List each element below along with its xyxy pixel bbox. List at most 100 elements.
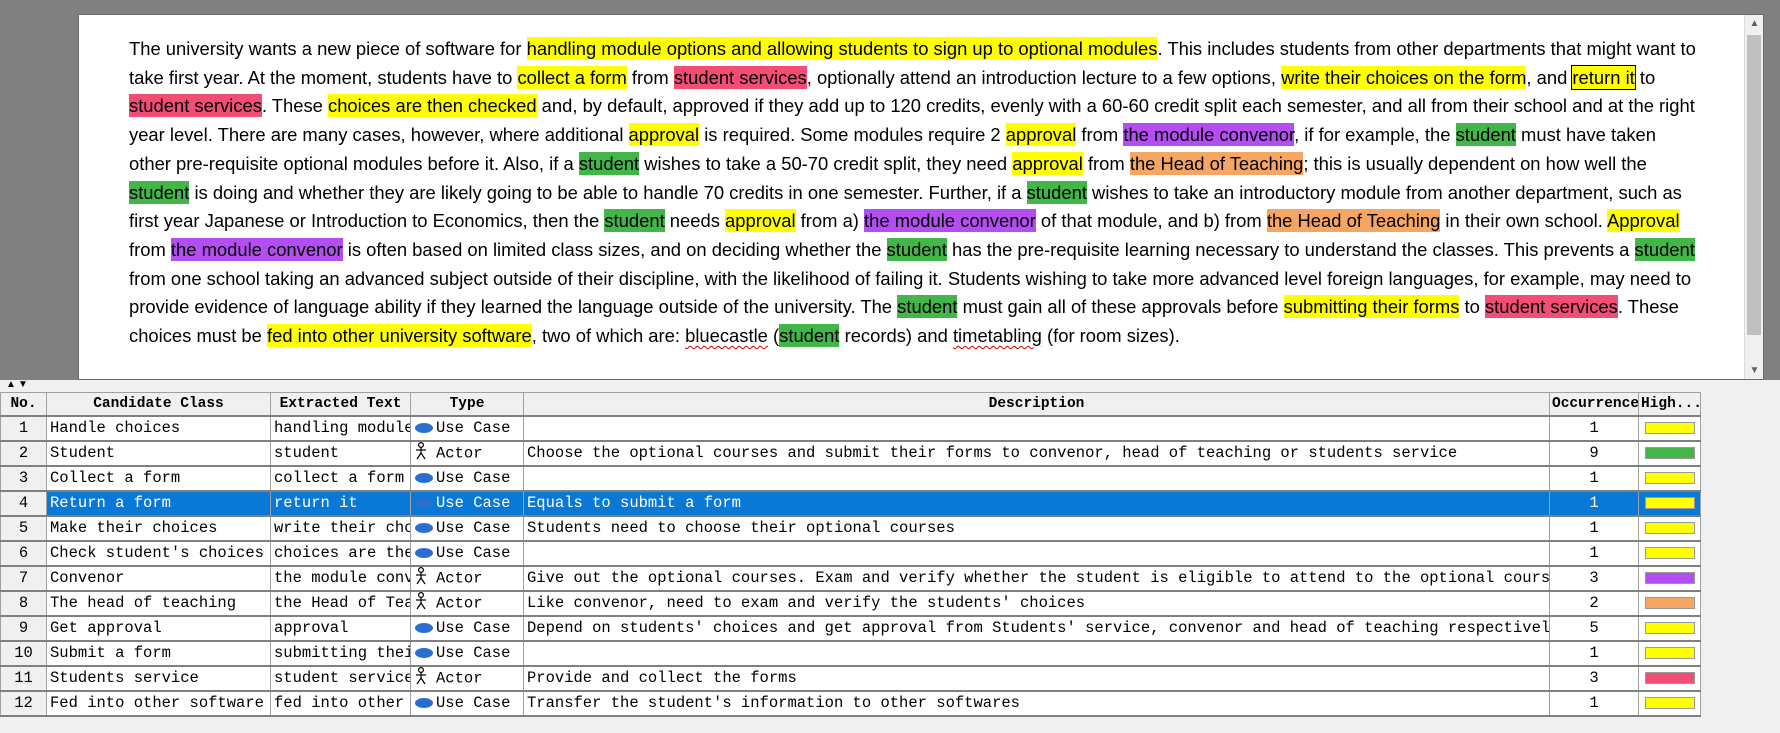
- description-cell[interactable]: Transfer the student's information to ot…: [523, 690, 1550, 717]
- requirements-text[interactable]: The university wants a new piece of soft…: [129, 35, 1701, 351]
- row-number-cell[interactable]: 6: [0, 540, 47, 567]
- type-cell[interactable]: Use Case: [410, 415, 524, 442]
- occurrence-cell[interactable]: 1: [1549, 540, 1639, 567]
- candidate-class-cell[interactable]: Student: [46, 440, 271, 467]
- table-row[interactable]: 7Convenorthe module convenor Actor Give ou…: [0, 565, 1701, 592]
- highlight-color-cell[interactable]: [1638, 440, 1701, 467]
- candidate-class-cell[interactable]: Check student's choices: [46, 540, 271, 567]
- candidate-class-cell[interactable]: Fed into other software: [46, 690, 271, 717]
- pane-splitter[interactable]: ▲ ▼: [0, 380, 1780, 392]
- occurrence-cell[interactable]: 1: [1549, 515, 1639, 542]
- highlight-color-cell[interactable]: [1638, 565, 1701, 592]
- row-number-cell[interactable]: 4: [0, 490, 47, 517]
- occurrence-cell[interactable]: 2: [1549, 590, 1639, 617]
- candidate-class-cell[interactable]: Students service: [46, 665, 271, 692]
- highlight-green[interactable]: student: [897, 295, 958, 319]
- table-row[interactable]: 2 Student student Actor Choose the optional …: [0, 440, 1701, 467]
- extracted-text-cell[interactable]: collect a form: [270, 465, 411, 492]
- highlight-color-cell[interactable]: [1638, 540, 1701, 567]
- row-number-cell[interactable]: 7: [0, 565, 47, 592]
- occurrence-cell[interactable]: 1: [1549, 490, 1639, 517]
- highlight-swatch[interactable]: [1644, 647, 1695, 659]
- occurrence-cell[interactable]: 1: [1549, 690, 1639, 717]
- occurrence-cell[interactable]: 1: [1549, 465, 1639, 492]
- description-cell[interactable]: [523, 465, 1550, 492]
- extracted-text-cell[interactable]: student: [270, 440, 411, 467]
- row-number-cell[interactable]: 8: [0, 590, 47, 617]
- row-number-cell[interactable]: 3: [0, 465, 47, 492]
- candidate-class-cell[interactable]: Submit a form: [46, 640, 271, 667]
- description-cell[interactable]: [523, 640, 1550, 667]
- description-cell[interactable]: [523, 415, 1550, 442]
- highlight-yellow[interactable]: Approval: [1606, 209, 1680, 233]
- candidate-class-cell[interactable]: The head of teaching: [46, 590, 271, 617]
- extracted-text-cell[interactable]: the module convenor: [270, 565, 411, 592]
- highlight-yellow[interactable]: write their choices on the form: [1281, 65, 1527, 89]
- header-highlight[interactable]: High...: [1638, 392, 1701, 417]
- highlight-color-cell[interactable]: [1638, 590, 1701, 617]
- highlight-green[interactable]: student: [1026, 180, 1087, 204]
- highlight-color-cell[interactable]: [1638, 415, 1701, 442]
- type-cell[interactable]: Actor: [410, 565, 524, 592]
- candidate-class-cell[interactable]: Collect a form: [46, 465, 271, 492]
- candidate-class-cell[interactable]: Handle choices: [46, 415, 271, 442]
- description-cell[interactable]: Choose the optional courses and submit t…: [523, 440, 1550, 467]
- description-cell[interactable]: Provide and collect the forms: [523, 665, 1550, 692]
- row-number-cell[interactable]: 1: [0, 415, 47, 442]
- highlight-yellow[interactable]: approval: [1005, 123, 1077, 147]
- description-cell[interactable]: Depend on students' choices and get appr…: [523, 615, 1550, 642]
- highlight-yellow[interactable]: collect a form: [517, 65, 627, 89]
- table-row[interactable]: 3 Collect a form collect a form Use Case 1: [0, 465, 1701, 492]
- description-cell[interactable]: Students need to choose their optional c…: [523, 515, 1550, 542]
- highlight-color-cell[interactable]: [1638, 640, 1701, 667]
- description-cell[interactable]: [523, 540, 1550, 567]
- extracted-text-cell[interactable]: submitting their forms: [270, 640, 411, 667]
- occurrence-cell[interactable]: 1: [1549, 640, 1639, 667]
- highlight-color-cell[interactable]: [1638, 490, 1701, 517]
- extracted-text-cell[interactable]: approval: [270, 615, 411, 642]
- type-cell[interactable]: Use Case: [410, 465, 524, 492]
- extracted-text-cell[interactable]: handling module options: [270, 415, 411, 442]
- highlight-color-cell[interactable]: [1638, 690, 1701, 717]
- highlight-yellow[interactable]: approval: [725, 209, 796, 233]
- row-number-cell[interactable]: 2: [0, 440, 47, 467]
- highlight-red[interactable]: student services: [673, 65, 807, 89]
- highlight-green[interactable]: student: [578, 151, 640, 175]
- description-cell[interactable]: Give out the optional courses. Exam and …: [523, 565, 1550, 592]
- header-candidate-class[interactable]: Candidate Class: [46, 392, 271, 417]
- table-row[interactable]: 9 Get approval approval Use Case Depend on s…: [0, 615, 1701, 642]
- document-viewer[interactable]: The university wants a new piece of soft…: [78, 14, 1764, 380]
- highlight-color-cell[interactable]: [1638, 615, 1701, 642]
- occurrence-cell[interactable]: 1: [1549, 415, 1639, 442]
- extracted-text-cell[interactable]: choices are then checked: [270, 540, 411, 567]
- highlight-color-cell[interactable]: [1638, 665, 1701, 692]
- collapse-down-icon[interactable]: ▼: [18, 380, 28, 390]
- highlight-orange[interactable]: the Head of Teaching: [1266, 209, 1441, 233]
- header-description[interactable]: Description: [523, 392, 1550, 417]
- highlight-yellow[interactable]: choices are then checked: [328, 94, 537, 118]
- highlight-purple[interactable]: the module convenor: [1123, 123, 1295, 147]
- highlight-swatch[interactable]: [1644, 497, 1695, 509]
- highlight-swatch[interactable]: [1644, 547, 1695, 559]
- header-type[interactable]: Type: [410, 392, 524, 417]
- highlight-swatch[interactable]: [1644, 622, 1695, 634]
- highlight-swatch[interactable]: [1644, 522, 1695, 534]
- row-number-cell[interactable]: 5: [0, 515, 47, 542]
- table-row[interactable]: 10Submit a formsubmitting their forms Use…: [0, 640, 1701, 667]
- scrollbar-thumb[interactable]: [1747, 35, 1761, 335]
- highlight-green[interactable]: student: [886, 237, 947, 261]
- highlight-yellow[interactable]: approval: [1012, 151, 1083, 175]
- highlight-yellow[interactable]: approval: [628, 123, 700, 147]
- candidate-class-cell[interactable]: Convenor: [46, 565, 271, 592]
- row-number-cell[interactable]: 11: [0, 665, 47, 692]
- header-occurrence[interactable]: Occurrence: [1549, 392, 1639, 417]
- document-scrollbar[interactable]: ▲ ▼: [1744, 15, 1763, 379]
- type-cell[interactable]: Use Case: [410, 490, 524, 517]
- highlight-swatch[interactable]: [1644, 597, 1695, 609]
- highlight-purple[interactable]: the module convenor: [864, 209, 1036, 233]
- highlight-red[interactable]: student services: [1484, 295, 1618, 319]
- candidate-class-cell[interactable]: Return a form: [46, 490, 271, 517]
- type-cell[interactable]: Actor: [410, 440, 524, 467]
- highlight-green[interactable]: student: [1634, 237, 1695, 261]
- highlight-yellow[interactable]: submitting their forms: [1283, 295, 1460, 319]
